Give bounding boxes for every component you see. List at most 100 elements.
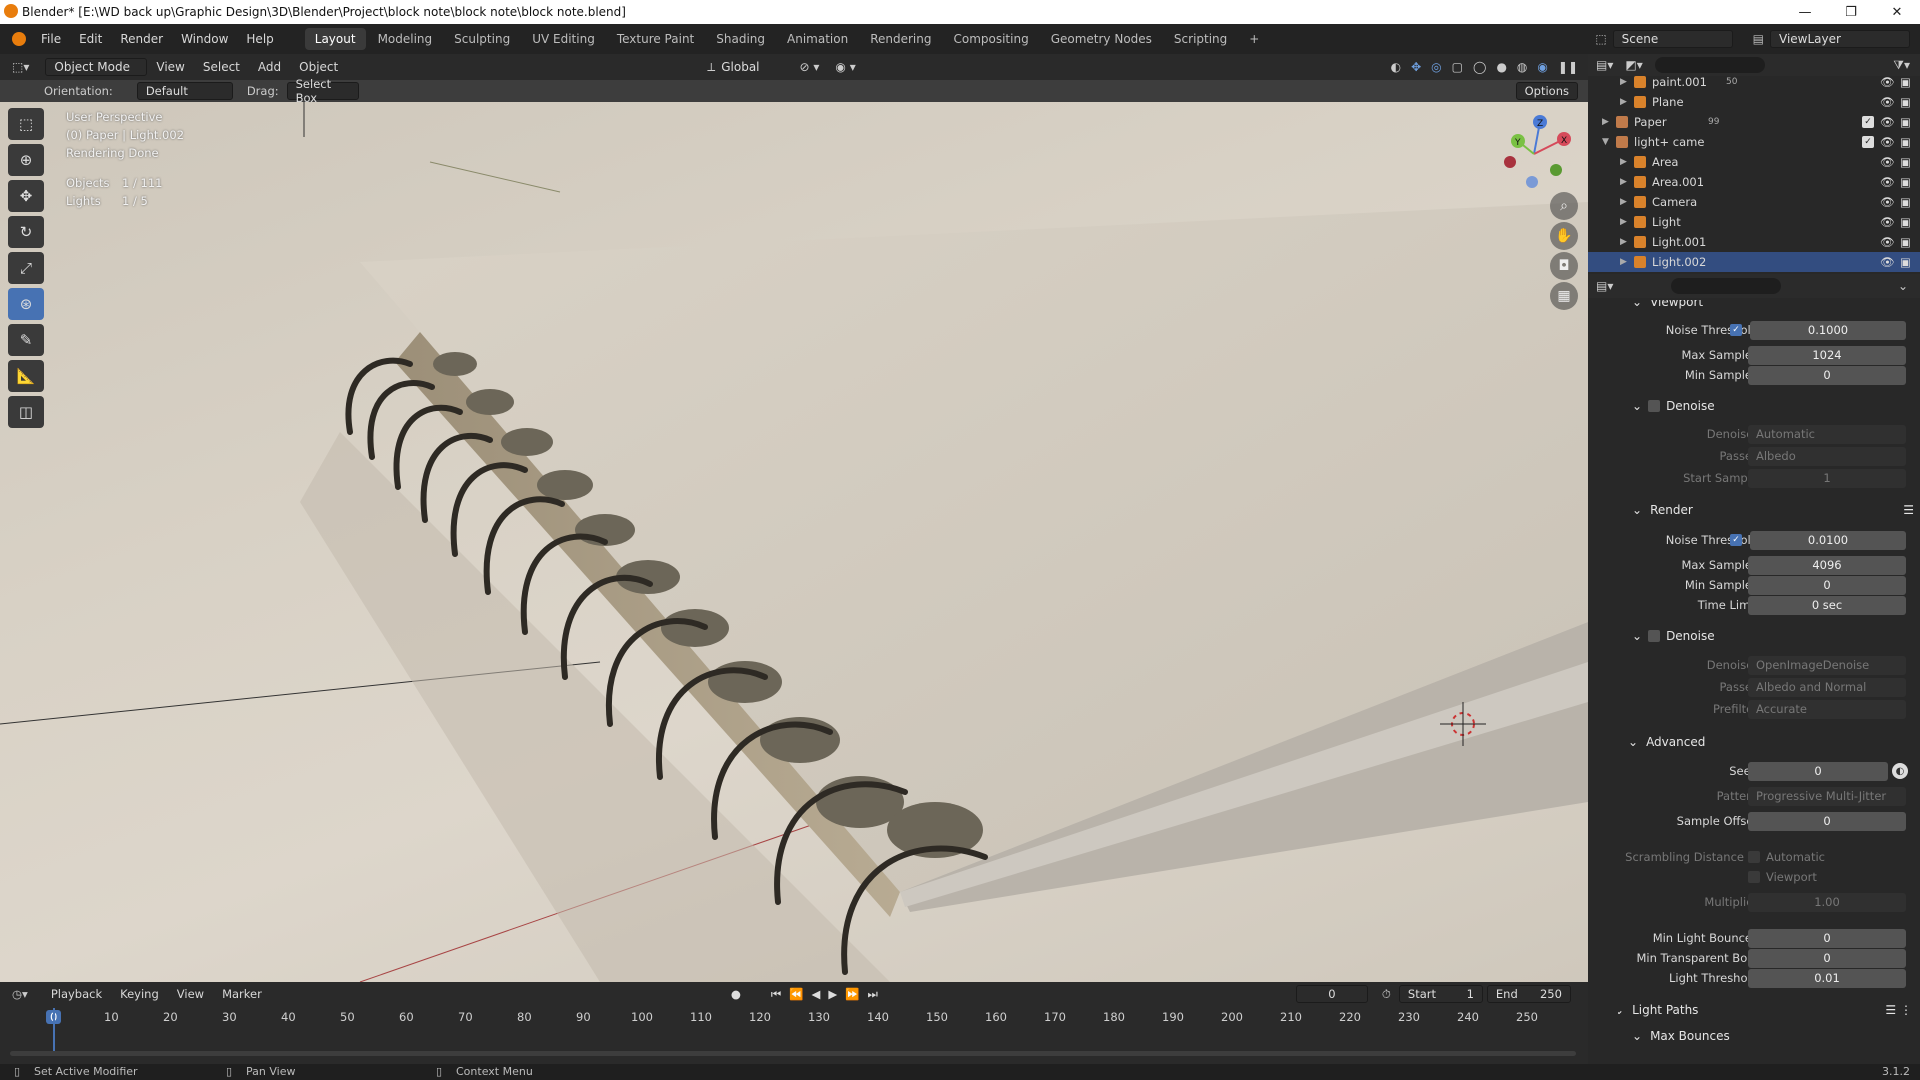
max-bounces-section-header[interactable]: ⌄ Max Bounces: [1632, 1024, 1920, 1048]
tab-sculpting[interactable]: Sculpting: [444, 28, 520, 50]
sample-offset-field[interactable]: 0: [1748, 811, 1906, 831]
eye-icon[interactable]: 👁: [1880, 155, 1895, 169]
render-prefilter-dropdown[interactable]: Accurate: [1748, 699, 1906, 719]
tab-uv-editing[interactable]: UV Editing: [522, 28, 605, 50]
outliner-row[interactable]: ▶ Light 👁 ▣: [1588, 212, 1920, 232]
timeline-scrollbar[interactable]: [10, 1051, 1576, 1056]
gizmo-toggle-icon[interactable]: ✥: [1411, 60, 1421, 74]
outliner-row[interactable]: ▶ Camera 👁 ▣: [1588, 192, 1920, 212]
xray-icon[interactable]: ▢: [1452, 60, 1463, 74]
object-mode-dropdown[interactable]: Object Mode: [45, 58, 148, 76]
render-passes-dropdown[interactable]: Albedo and Normal: [1748, 677, 1906, 697]
menu-help[interactable]: Help: [237, 32, 282, 46]
pattern-dropdown[interactable]: Progressive Multi-Jitter: [1748, 786, 1906, 806]
viewport-start-sample-field[interactable]: 1: [1748, 468, 1906, 488]
options-dropdown[interactable]: Options: [1515, 82, 1578, 100]
tab-compositing[interactable]: Compositing: [943, 28, 1038, 50]
ortho-grid-icon[interactable]: ▦: [1550, 282, 1578, 310]
menu-add[interactable]: Add: [249, 60, 290, 74]
animate-seed-icon[interactable]: ◐: [1892, 763, 1908, 779]
outliner-item-name[interactable]: paint.001: [1652, 75, 1707, 89]
camera-render-icon[interactable]: ▣: [1900, 255, 1911, 269]
outliner-row[interactable]: ▼ light+ came ✓ 👁 ▣: [1588, 132, 1920, 152]
render-section-header[interactable]: ⌄ Render ☰: [1632, 498, 1920, 522]
properties-options-icon[interactable]: ⌄: [1898, 279, 1908, 293]
outliner-row[interactable]: ▶ Area.001 👁 ▣: [1588, 172, 1920, 192]
camera-render-icon[interactable]: ▣: [1900, 235, 1911, 249]
viewport-passes-dropdown[interactable]: Albedo: [1748, 446, 1906, 466]
timeline-editor-icon[interactable]: ◷▾: [12, 987, 28, 1001]
outliner-row[interactable]: ▶ Light.002 👁 ▣: [1588, 252, 1920, 272]
render-denoise-checkbox[interactable]: [1648, 630, 1661, 642]
scrambling-viewport-checkbox[interactable]: [1748, 871, 1760, 883]
scrambling-automatic-checkbox[interactable]: [1748, 851, 1760, 863]
viewport-denoiser-dropdown[interactable]: Automatic: [1748, 424, 1906, 444]
eye-icon[interactable]: 👁: [1880, 255, 1895, 269]
visibility-icon[interactable]: ◐: [1391, 60, 1401, 74]
3d-viewport[interactable]: User Perspective (0) Paper | Light.002 R…: [0, 102, 1588, 982]
seed-field[interactable]: 0: [1748, 761, 1888, 781]
playhead[interactable]: [53, 1008, 55, 1052]
viewport-min-samples-field[interactable]: 0: [1748, 365, 1906, 385]
advanced-section-header[interactable]: ⌄ Advanced: [1618, 730, 1920, 754]
noise-threshold-checkbox[interactable]: ✓: [1730, 324, 1742, 336]
camera-render-icon[interactable]: ▣: [1900, 155, 1911, 169]
disclosure-triangle-icon[interactable]: ▶: [1620, 237, 1627, 247]
record-icon[interactable]: ●: [731, 987, 741, 1001]
light-paths-section-header[interactable]: ⌄ Light Paths ☰ ⋮: [1618, 998, 1916, 1022]
viewport-denoise-checkbox[interactable]: [1648, 400, 1661, 412]
eye-icon[interactable]: 👁: [1880, 215, 1895, 229]
render-noise-threshold-checkbox[interactable]: ✓: [1730, 534, 1742, 546]
min-transparent-bounces-field[interactable]: 0: [1748, 948, 1906, 968]
close-button[interactable]: ✕: [1874, 0, 1920, 24]
menu-edit[interactable]: Edit: [70, 32, 111, 46]
outliner-item-name[interactable]: light+ came: [1634, 135, 1704, 149]
minimize-button[interactable]: —: [1782, 0, 1828, 24]
menu-select[interactable]: Select: [194, 60, 249, 74]
render-min-samples-field[interactable]: 0: [1748, 575, 1906, 595]
rendered-shading-icon[interactable]: ◉: [1537, 60, 1547, 74]
current-frame-field[interactable]: 0: [1295, 985, 1368, 1003]
solid-shading-icon[interactable]: ●: [1496, 60, 1506, 74]
rotate-tool-icon[interactable]: ↻: [8, 216, 44, 248]
wireframe-shading-icon[interactable]: ◯: [1473, 60, 1486, 74]
outliner-search-input[interactable]: [1654, 57, 1765, 73]
display-mode-icon[interactable]: ◩▾: [1625, 58, 1642, 72]
add-cube-tool-icon[interactable]: ◫: [8, 396, 44, 428]
select-box-tool-icon[interactable]: ⬚: [8, 108, 44, 140]
zoom-icon[interactable]: ⌕: [1550, 192, 1578, 220]
outliner-item-name[interactable]: Light.001: [1652, 235, 1706, 249]
disclosure-triangle-icon[interactable]: ▶: [1620, 97, 1627, 107]
multiplier-field[interactable]: 1.00: [1748, 892, 1906, 912]
render-denoiser-dropdown[interactable]: OpenImageDenoise: [1748, 655, 1906, 675]
proportional-edit-icon[interactable]: ◉ ▾: [835, 60, 855, 74]
scale-tool-icon[interactable]: ⤢: [8, 252, 44, 284]
exclude-checkbox[interactable]: ✓: [1862, 136, 1874, 148]
navigation-gizmo[interactable]: Z X Y: [1494, 110, 1574, 190]
pause-render-icon[interactable]: ❚❚: [1558, 60, 1578, 74]
playback-menu[interactable]: Playback: [42, 987, 111, 1001]
render-denoise-header[interactable]: ⌄ Denoise: [1632, 624, 1920, 648]
exclude-checkbox[interactable]: ✓: [1862, 116, 1874, 128]
timeline-view-menu[interactable]: View: [168, 987, 213, 1001]
start-frame-field[interactable]: Start 1: [1398, 985, 1483, 1003]
menu-object[interactable]: Object: [290, 60, 347, 74]
light-threshold-field[interactable]: 0.01: [1748, 968, 1906, 988]
eye-icon[interactable]: 👁: [1880, 195, 1895, 209]
blender-menu-icon[interactable]: [12, 32, 26, 46]
outliner-item-name[interactable]: Plane: [1652, 95, 1684, 109]
eye-icon[interactable]: 👁: [1880, 235, 1895, 249]
material-shading-icon[interactable]: ◍: [1517, 60, 1527, 74]
camera-render-icon[interactable]: ▣: [1900, 175, 1911, 189]
clock-icon[interactable]: ⏱: [1382, 987, 1391, 1002]
move-tool-icon[interactable]: ✥: [8, 180, 44, 212]
tab-animation[interactable]: Animation: [777, 28, 858, 50]
disclosure-triangle-icon[interactable]: ▼: [1602, 137, 1609, 147]
outliner-item-name[interactable]: Light.002: [1652, 255, 1706, 269]
disclosure-triangle-icon[interactable]: ▶: [1620, 177, 1627, 187]
scene-selector[interactable]: Scene: [1612, 30, 1733, 48]
properties-search-input[interactable]: [1671, 278, 1782, 294]
drag-dropdown[interactable]: Select Box: [286, 77, 359, 105]
transform-orientation-dropdown[interactable]: Global: [721, 60, 759, 74]
menu-view[interactable]: View: [147, 60, 193, 74]
